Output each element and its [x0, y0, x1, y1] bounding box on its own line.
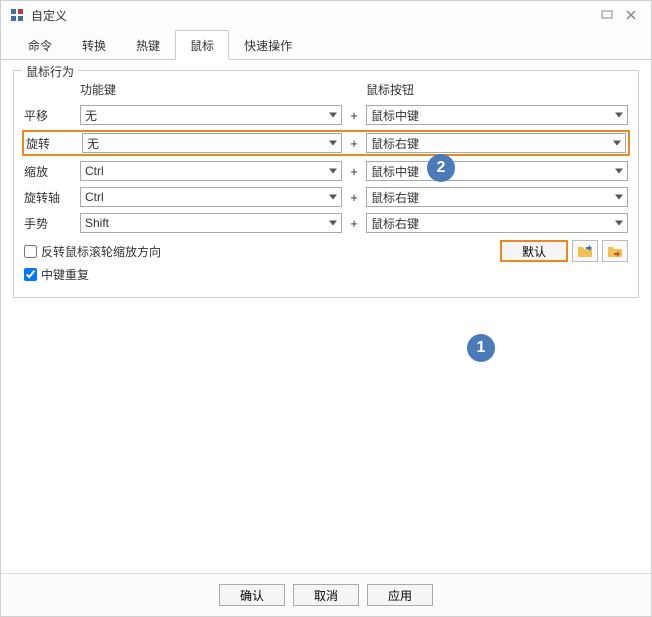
row-zoom: 缩放 Ctrl + 鼠标中键: [24, 160, 628, 182]
save-button[interactable]: [602, 240, 628, 262]
mouse-behavior-fieldset: 鼠标行为 功能键 鼠标按钮 平移 无 + 鼠标中键 旋转 无 + 鼠标右键 缩放: [13, 70, 639, 298]
chevron-down-icon: [329, 195, 337, 200]
folder-save-icon: [607, 244, 623, 258]
options-row-2: 中键重复: [24, 266, 628, 283]
titlebar: 自定义: [1, 1, 651, 29]
tab-command[interactable]: 命令: [13, 30, 67, 60]
row-pan: 平移 无 + 鼠标中键: [24, 104, 628, 126]
middle-repeat-input[interactable]: [24, 268, 37, 281]
tab-mouse[interactable]: 鼠标: [175, 30, 229, 60]
cancel-button[interactable]: 取消: [293, 584, 359, 606]
close-icon[interactable]: [619, 6, 643, 24]
window-title: 自定义: [31, 7, 595, 24]
default-button[interactable]: 默认: [500, 240, 568, 262]
plus-sign: +: [342, 108, 366, 123]
combo-zoom-funckey[interactable]: Ctrl: [80, 161, 342, 181]
combo-zoom-mousebtn[interactable]: 鼠标中键: [366, 161, 628, 181]
combo-rotateaxis-mousebtn[interactable]: 鼠标右键: [366, 187, 628, 207]
column-headers: 功能键 鼠标按钮: [24, 79, 628, 100]
chevron-down-icon: [613, 141, 621, 146]
content-area: 鼠标行为 功能键 鼠标按钮 平移 无 + 鼠标中键 旋转 无 + 鼠标右键 缩放: [1, 60, 651, 573]
plus-sign: +: [342, 136, 366, 151]
plus-sign: +: [342, 190, 366, 205]
label-zoom: 缩放: [24, 163, 80, 180]
reverse-wheel-input[interactable]: [24, 245, 37, 258]
chevron-down-icon: [329, 169, 337, 174]
combo-rotateaxis-funckey[interactable]: Ctrl: [80, 187, 342, 207]
chevron-down-icon: [329, 221, 337, 226]
plus-sign: +: [342, 216, 366, 231]
chevron-down-icon: [329, 113, 337, 118]
label-gesture: 手势: [24, 215, 80, 232]
combo-gesture-funckey[interactable]: Shift: [80, 213, 342, 233]
fieldset-legend: 鼠标行为: [22, 63, 78, 80]
ok-button[interactable]: 确认: [219, 584, 285, 606]
label-pan: 平移: [24, 107, 80, 124]
dialog-buttons: 确认 取消 应用: [1, 573, 651, 616]
combo-rotate-mousebtn[interactable]: 鼠标右键: [366, 133, 626, 153]
row-gesture: 手势 Shift + 鼠标右键: [24, 212, 628, 234]
combo-rotate-funckey[interactable]: 无: [82, 133, 342, 153]
combo-pan-mousebtn[interactable]: 鼠标中键: [366, 105, 628, 125]
header-funckey: 功能键: [80, 79, 342, 100]
options-row-1: 反转鼠标滚轮缩放方向 默认: [24, 240, 628, 262]
app-icon: [9, 7, 25, 23]
tab-transform[interactable]: 转换: [67, 30, 121, 60]
checkbox-middle-repeat[interactable]: 中键重复: [24, 266, 89, 283]
tab-quickop[interactable]: 快速操作: [229, 30, 307, 60]
combo-gesture-mousebtn[interactable]: 鼠标右键: [366, 213, 628, 233]
row-rotate: 旋转 无 + 鼠标右键: [22, 130, 630, 156]
label-rotate: 旋转: [26, 135, 82, 152]
checkbox-reverse-wheel[interactable]: 反转鼠标滚轮缩放方向: [24, 243, 161, 260]
apply-button[interactable]: 应用: [367, 584, 433, 606]
plus-sign: +: [342, 164, 366, 179]
label-rotateaxis: 旋转轴: [24, 189, 80, 206]
chevron-down-icon: [615, 221, 623, 226]
row-rotateaxis: 旋转轴 Ctrl + 鼠标右键: [24, 186, 628, 208]
chevron-down-icon: [615, 195, 623, 200]
minimize-icon[interactable]: [595, 6, 619, 24]
tab-bar: 命令 转换 热键 鼠标 快速操作: [1, 29, 651, 60]
chevron-down-icon: [615, 169, 623, 174]
customize-dialog: 自定义 命令 转换 热键 鼠标 快速操作 鼠标行为 功能键 鼠标按钮 平移 无: [0, 0, 652, 617]
combo-pan-funckey[interactable]: 无: [80, 105, 342, 125]
header-mousebtn: 鼠标按钮: [366, 79, 628, 100]
annotation-badge-2: 2: [427, 154, 455, 182]
chevron-down-icon: [329, 141, 337, 146]
annotation-badge-1: 1: [467, 334, 495, 362]
chevron-down-icon: [615, 113, 623, 118]
open-button[interactable]: [572, 240, 598, 262]
folder-open-icon: [577, 244, 593, 258]
tab-hotkey[interactable]: 热键: [121, 30, 175, 60]
